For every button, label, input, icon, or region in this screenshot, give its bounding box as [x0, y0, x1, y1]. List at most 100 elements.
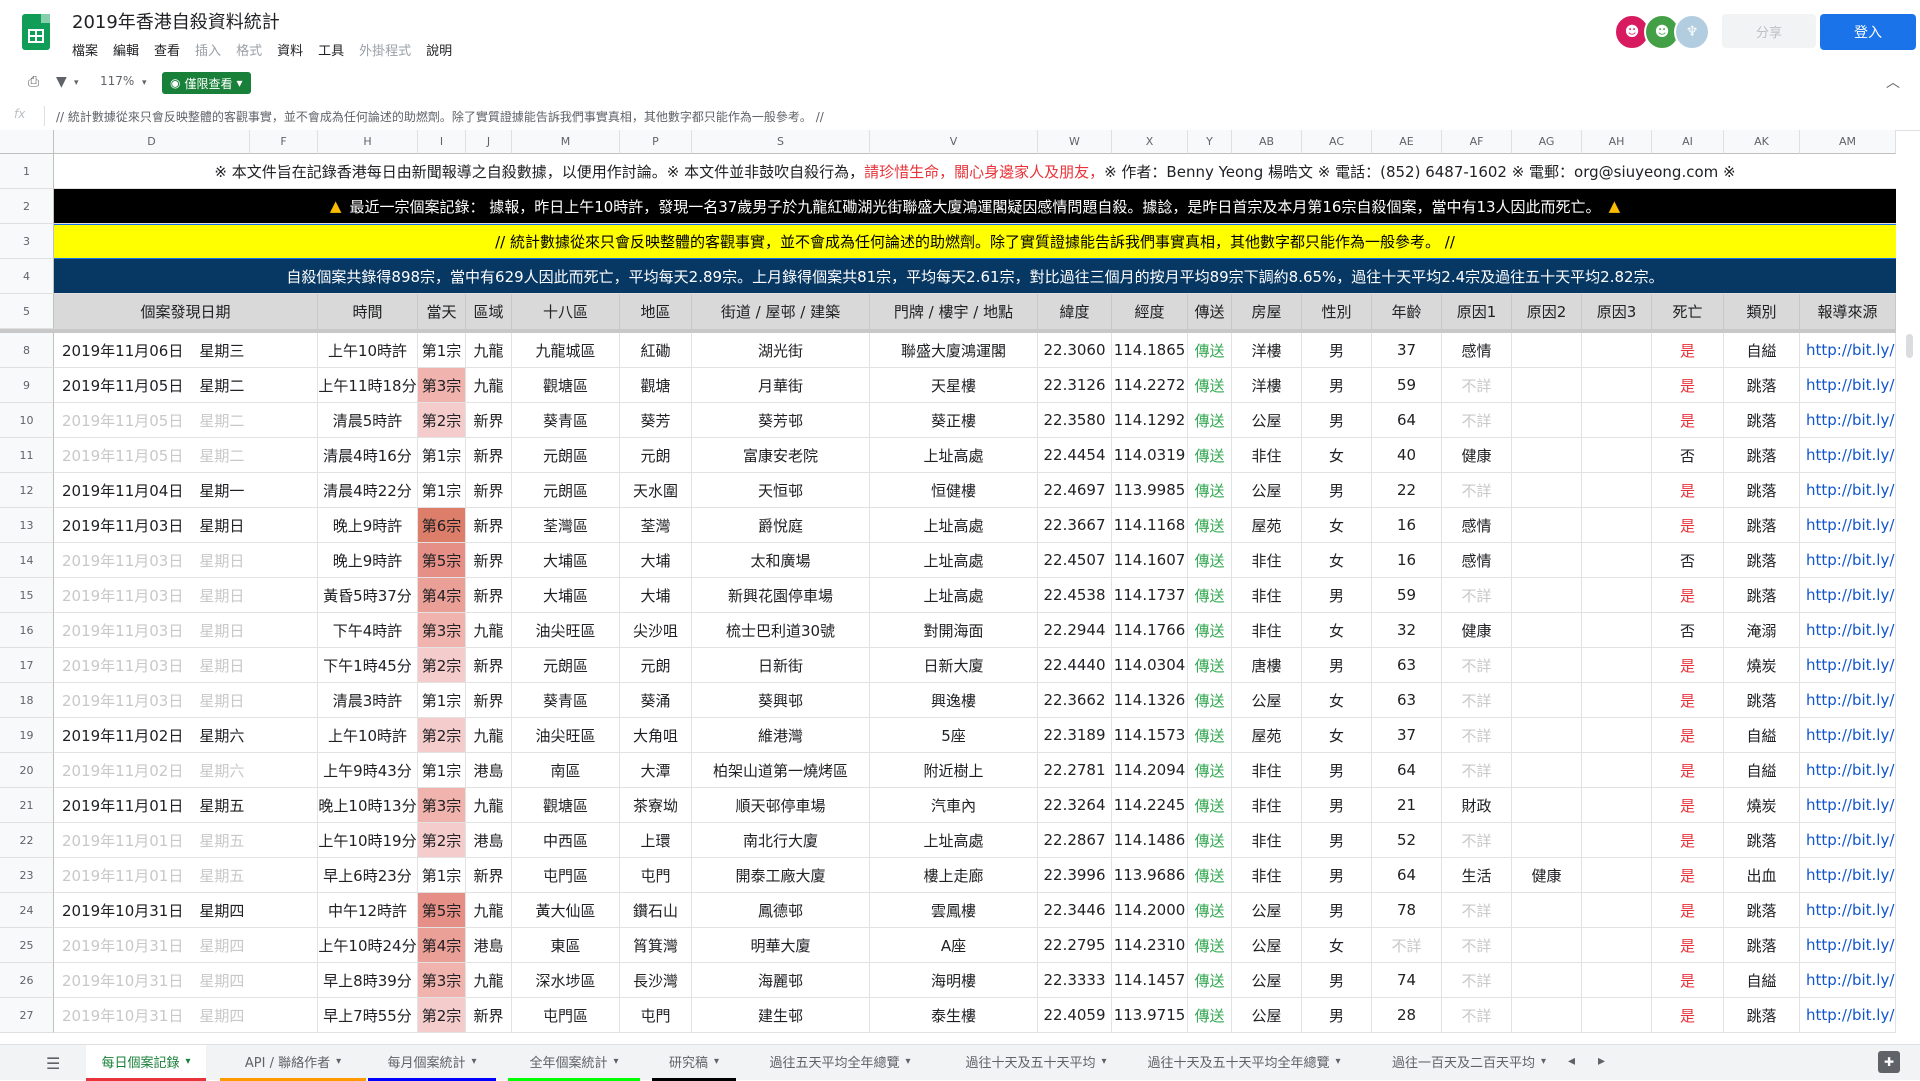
column-header[interactable]: I — [418, 130, 466, 154]
day-cell[interactable]: 第3宗 — [418, 963, 466, 997]
death-cell[interactable]: 是 — [1652, 578, 1724, 612]
column-header[interactable]: P — [620, 130, 692, 154]
table-row[interactable]: 2019年11月05日 星期二 清晨4時16分 第1宗 新界 元朗區 元朗 富康安老院 上址高處… — [54, 438, 1896, 473]
row-header[interactable]: 13 — [0, 508, 54, 543]
day-cell[interactable]: 第4宗 — [418, 578, 466, 612]
table-row[interactable]: 2019年11月04日 星期一 清晨4時22分 第1宗 新界 元朗區 天水圍 天恒邨 恒健樓 22… — [54, 473, 1896, 508]
death-cell[interactable]: 是 — [1652, 473, 1724, 507]
age-cell[interactable]: 16 — [1372, 508, 1442, 542]
sex-cell[interactable]: 男 — [1302, 858, 1372, 892]
r3-cell[interactable] — [1582, 578, 1652, 612]
age-cell[interactable]: 不詳 — [1372, 928, 1442, 962]
column-header[interactable]: W — [1038, 130, 1112, 154]
death-cell[interactable]: 是 — [1652, 718, 1724, 752]
age-cell[interactable]: 64 — [1372, 403, 1442, 437]
tx-cell[interactable]: 傳送 — [1188, 998, 1232, 1032]
date-cell[interactable]: 2019年11月04日 星期一 — [54, 473, 318, 507]
sheet-tab[interactable]: 過往五天平均全年總覽 ▾ — [742, 1045, 938, 1081]
sex-cell[interactable]: 女 — [1302, 508, 1372, 542]
dist18-cell[interactable]: 油尖旺區 — [512, 613, 620, 647]
time-cell[interactable]: 晚上10時13分 — [318, 788, 418, 822]
column-header[interactable]: AH — [1582, 130, 1652, 154]
age-cell[interactable]: 16 — [1372, 543, 1442, 577]
row-header[interactable]: 25 — [0, 928, 54, 963]
table-row[interactable]: 2019年10月31日 星期四 上午10時24分 第4宗 港島 東區 筲箕灣 明華大廈 A座 22… — [54, 928, 1896, 963]
menu-item[interactable]: 編輯 — [113, 40, 139, 59]
house-cell[interactable]: 屋苑 — [1232, 718, 1302, 752]
area-cell[interactable]: 鑽石山 — [620, 893, 692, 927]
reg-cell[interactable]: 九龍 — [466, 333, 512, 367]
src-cell[interactable]: http://bit.ly/36m8B7G — [1800, 998, 1896, 1032]
date-cell[interactable]: 2019年11月02日 星期六 — [54, 718, 318, 752]
table-row[interactable]: 2019年11月01日 星期五 上午10時19分 第2宗 港島 中西區 上環 南北行大廈 上址高… — [54, 823, 1896, 858]
street-cell[interactable]: 梳士巴利道30號 — [692, 613, 870, 647]
date-cell[interactable]: 2019年11月01日 星期五 — [54, 823, 318, 857]
r1-cell[interactable]: 不詳 — [1442, 368, 1512, 402]
row-header[interactable]: 14 — [0, 543, 54, 578]
lng-cell[interactable]: 114.1326 — [1112, 683, 1188, 717]
tx-cell[interactable]: 傳送 — [1188, 543, 1232, 577]
row-header[interactable]: 27 — [0, 998, 54, 1033]
cat-cell[interactable]: 自縊 — [1724, 718, 1800, 752]
dist18-cell[interactable]: 葵青區 — [512, 683, 620, 717]
r1-cell[interactable]: 生活 — [1442, 858, 1512, 892]
sheet-tab[interactable]: 過往十天及五十天平均 ▾ — [938, 1045, 1134, 1081]
time-cell[interactable]: 下午4時許 — [318, 613, 418, 647]
table-row[interactable]: 2019年10月31日 星期四 早上7時55分 第2宗 新界 屯門區 屯門 建生邨 泰生樓 22.… — [54, 998, 1896, 1033]
place-cell[interactable]: 海明樓 — [870, 963, 1038, 997]
column-header[interactable]: H — [318, 130, 418, 154]
row-header[interactable]: 19 — [0, 718, 54, 753]
r3-cell[interactable] — [1582, 928, 1652, 962]
area-cell[interactable]: 荃灣 — [620, 508, 692, 542]
r2-cell[interactable] — [1512, 928, 1582, 962]
time-cell[interactable]: 上午10時24分 — [318, 928, 418, 962]
date-cell[interactable]: 2019年11月05日 星期二 — [54, 368, 318, 402]
house-cell[interactable]: 屋苑 — [1232, 508, 1302, 542]
cat-cell[interactable]: 燒炭 — [1724, 788, 1800, 822]
reg-cell[interactable]: 新界 — [466, 578, 512, 612]
cat-cell[interactable]: 跳落 — [1724, 928, 1800, 962]
dist18-cell[interactable]: 黃大仙區 — [512, 893, 620, 927]
lng-cell[interactable]: 114.1737 — [1112, 578, 1188, 612]
place-cell[interactable]: 雲鳳樓 — [870, 893, 1038, 927]
src-cell[interactable]: http://bit.ly/36vQrjG — [1800, 683, 1896, 717]
day-cell[interactable]: 第1宗 — [418, 333, 466, 367]
r1-cell[interactable]: 健康 — [1442, 613, 1512, 647]
table-row[interactable]: 2019年11月06日 星期三 上午10時許 第1宗 九龍 九龍城區 紅磡 湖光街 聯盛大廈鴻運… — [54, 333, 1896, 368]
death-cell[interactable]: 是 — [1652, 753, 1724, 787]
src-cell[interactable]: http://bit.ly/2NkEzbu — [1800, 963, 1896, 997]
r2-cell[interactable] — [1512, 578, 1582, 612]
cat-cell[interactable]: 跳落 — [1724, 473, 1800, 507]
r3-cell[interactable] — [1582, 403, 1652, 437]
street-cell[interactable]: 新興花園停車場 — [692, 578, 870, 612]
street-cell[interactable]: 葵芳邨 — [692, 403, 870, 437]
age-cell[interactable]: 32 — [1372, 613, 1442, 647]
r2-cell[interactable] — [1512, 823, 1582, 857]
r3-cell[interactable] — [1582, 683, 1652, 717]
time-cell[interactable]: 上午10時許 — [318, 333, 418, 367]
age-cell[interactable]: 40 — [1372, 438, 1442, 472]
r1-cell[interactable]: 不詳 — [1442, 473, 1512, 507]
day-cell[interactable]: 第6宗 — [418, 508, 466, 542]
dist18-cell[interactable]: 屯門區 — [512, 858, 620, 892]
time-cell[interactable]: 清晨5時許 — [318, 403, 418, 437]
row-header[interactable]: 1 — [0, 154, 54, 189]
table-row[interactable]: 2019年11月02日 星期六 上午10時許 第2宗 九龍 油尖旺區 大角咀 維港灣 5座 22.… — [54, 718, 1896, 753]
r2-cell[interactable] — [1512, 683, 1582, 717]
src-cell[interactable]: http://bit.ly/2JFm5BF — [1800, 858, 1896, 892]
r2-cell[interactable] — [1512, 333, 1582, 367]
scroll-tabs-left-icon[interactable]: ◂ — [1568, 1053, 1575, 1069]
house-cell[interactable]: 非住 — [1232, 578, 1302, 612]
dist18-cell[interactable]: 葵青區 — [512, 403, 620, 437]
row-header[interactable]: 20 — [0, 753, 54, 788]
r3-cell[interactable] — [1582, 543, 1652, 577]
area-cell[interactable]: 觀塘 — [620, 368, 692, 402]
date-cell[interactable]: 2019年11月03日 星期日 — [54, 543, 318, 577]
sex-cell[interactable]: 女 — [1302, 613, 1372, 647]
reg-cell[interactable]: 港島 — [466, 928, 512, 962]
filter-icon[interactable]: ▼ — [56, 74, 67, 90]
cat-cell[interactable]: 跳落 — [1724, 578, 1800, 612]
lng-cell[interactable]: 114.1607 — [1112, 543, 1188, 577]
share-button[interactable]: 分享 — [1722, 14, 1816, 48]
cat-cell[interactable]: 自縊 — [1724, 963, 1800, 997]
